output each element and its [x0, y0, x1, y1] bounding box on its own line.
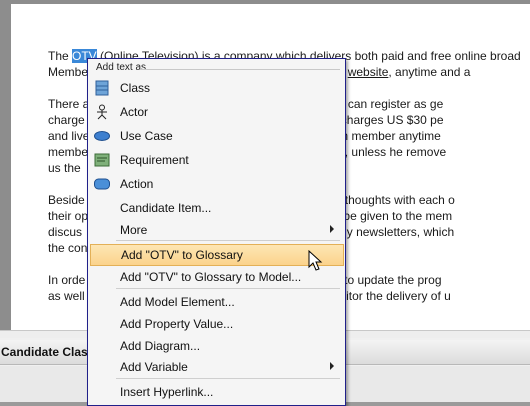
- menu-item-more[interactable]: More: [90, 219, 342, 241]
- menu-item-label: Use Case: [120, 129, 173, 143]
- menu-item-candidate-item[interactable]: Candidate Item...: [90, 197, 342, 219]
- menu-item-class[interactable]: Class: [90, 77, 342, 99]
- menu-item-label: Actor: [120, 105, 149, 119]
- menu-item-insert-hyperlink[interactable]: Insert Hyperlink...: [90, 381, 342, 403]
- menu-item-label: Add Property Value...: [120, 317, 234, 331]
- text-run: There a: [48, 97, 90, 111]
- requirement-icon: [94, 152, 110, 168]
- menu-item-add-to-glossary[interactable]: Add "OTV" to Glossary: [90, 244, 344, 266]
- page-border-left: [0, 0, 11, 330]
- menu-item-label: Add Model Element...: [120, 295, 235, 309]
- menu-item-add-property-value[interactable]: Add Property Value...: [90, 313, 342, 335]
- menu-item-add-variable[interactable]: Add Variable: [90, 356, 342, 378]
- actor-icon: [94, 104, 110, 120]
- text-run: the con: [48, 241, 88, 255]
- menu-title: Add text as: [96, 62, 147, 73]
- mouse-pointer-icon: [308, 249, 324, 272]
- menu-separator: [116, 378, 340, 379]
- panel-title: Candidate Class: [1, 345, 95, 359]
- menu-item-label: More: [120, 223, 148, 237]
- text-run: Beside: [48, 193, 85, 207]
- text-run: In orde: [48, 273, 86, 287]
- submenu-arrow-icon: [330, 362, 334, 370]
- page-border-top: [0, 0, 530, 4]
- menu-item-label: Add Diagram...: [120, 339, 201, 353]
- menu-item-label: Add "OTV" to Glossary: [121, 248, 243, 262]
- text-run: The: [48, 49, 73, 63]
- text-run: their op: [48, 209, 89, 223]
- hyperlink[interactable]: website: [348, 65, 389, 79]
- action-icon: [94, 176, 110, 192]
- menu-item-action[interactable]: Action: [90, 173, 342, 195]
- menu-item-label: Requirement: [120, 153, 189, 167]
- menu-item-add-diagram[interactable]: Add Diagram...: [90, 335, 342, 357]
- menu-item-label: Insert Hyperlink...: [120, 385, 214, 399]
- text-run: and live: [48, 129, 90, 143]
- text-run: charge: [48, 113, 85, 127]
- text-run: , anytime and a: [388, 65, 471, 79]
- text-run: discus: [48, 225, 83, 239]
- text-run: Member: [48, 65, 93, 79]
- menu-item-label: Candidate Item...: [120, 201, 212, 215]
- menu-item-use-case[interactable]: Use Case: [90, 125, 342, 147]
- menu-item-add-to-glossary-model[interactable]: Add "OTV" to Glossary to Model...: [90, 266, 342, 288]
- context-menu: Add text as Class Actor Use Case Require…: [87, 58, 346, 406]
- menu-item-label: Add Variable: [120, 360, 188, 374]
- menu-item-add-model-element[interactable]: Add Model Element...: [90, 291, 342, 313]
- menu-item-label: Action: [120, 177, 154, 191]
- text-run: as well: [48, 289, 85, 303]
- submenu-arrow-icon: [330, 225, 334, 233]
- menu-item-label: Add "OTV" to Glossary to Model...: [120, 270, 302, 284]
- menu-item-label: Class: [120, 81, 151, 95]
- menu-title-divider: [140, 69, 340, 70]
- document-line: the con: [48, 240, 87, 256]
- menu-item-actor[interactable]: Actor: [90, 101, 342, 123]
- menu-item-requirement[interactable]: Requirement: [90, 149, 342, 171]
- text-run: membe: [48, 145, 89, 159]
- menu-separator: [116, 288, 340, 289]
- use-case-icon: [94, 128, 110, 144]
- text-run: us the: [48, 161, 81, 175]
- menu-separator: [116, 240, 340, 241]
- class-icon: [94, 80, 110, 96]
- document-line: us the: [48, 160, 81, 176]
